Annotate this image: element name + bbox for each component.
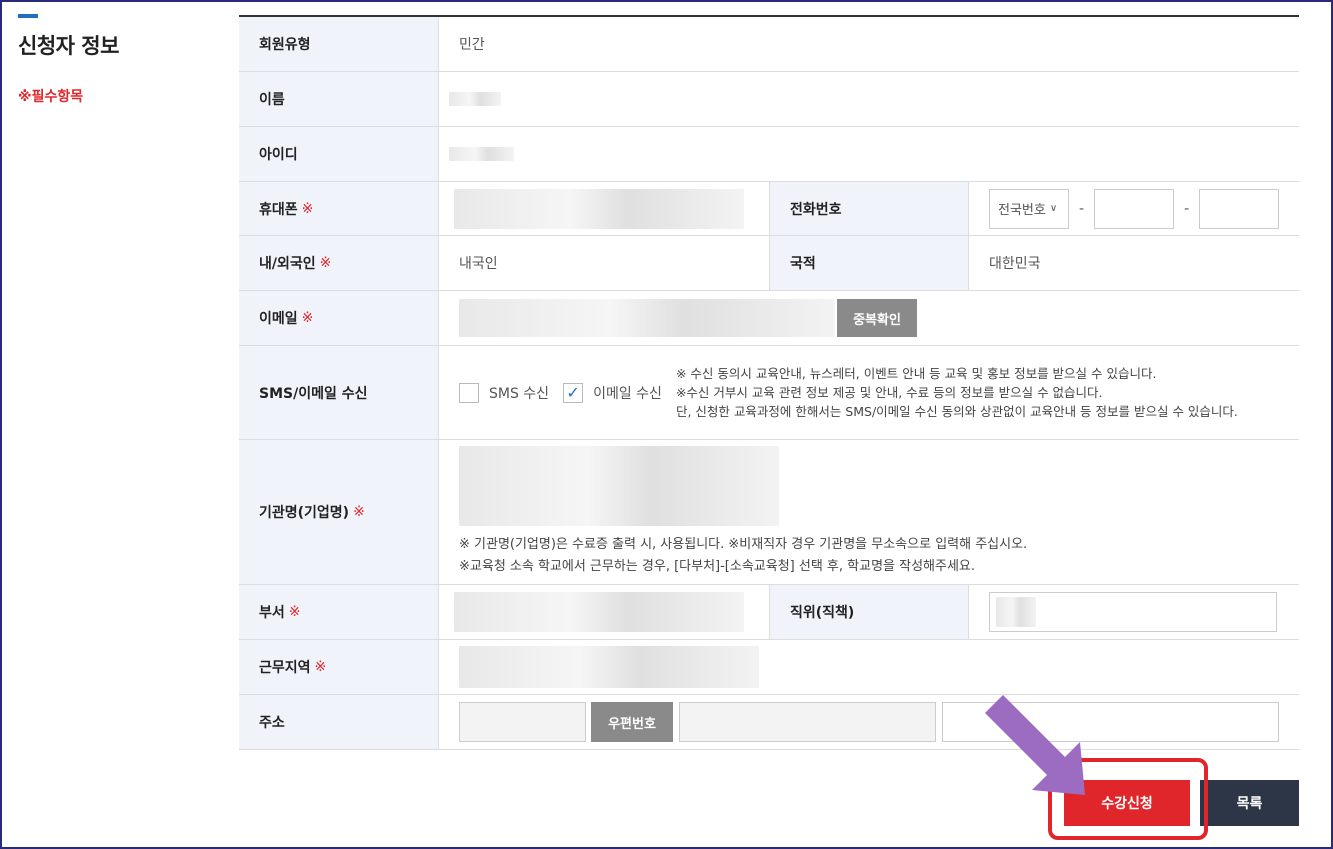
duplicate-check-button[interactable]: 중복확인 <box>837 299 917 337</box>
consent-fields: SMS 수신 ✓ 이메일 수신 ※ 수신 동의시 교육안내, 뉴스레터, 이벤트… <box>439 346 1299 439</box>
redacted-id <box>449 147 514 161</box>
dash: - <box>1184 200 1190 217</box>
accent-bar <box>18 14 38 18</box>
zipcode-button[interactable]: 우편번호 <box>591 702 673 742</box>
org-note: ※교육청 소속 학교에서 근무하는 경우, [다부처]-[소속교육청] 선택 후… <box>459 559 976 574</box>
row-email: 이메일 ※ 중복확인 <box>239 291 1299 346</box>
row-id: 아이디 <box>239 127 1299 182</box>
label-nationality-type: 내/외국인 ※ <box>239 236 439 290</box>
label-email: 이메일 ※ <box>239 291 439 345</box>
label-org: 기관명(기업명) ※ <box>239 440 439 584</box>
value-country: 대한민국 <box>989 256 1041 272</box>
row-name: 이름 <box>239 72 1299 127</box>
consent-note: ※ 수신 동의시 교육안내, 뉴스레터, 이벤트 안내 등 교육 및 홍보 정보… <box>675 366 1157 381</box>
phone-fields: 전국번호 ∨ - - <box>969 182 1299 235</box>
value-id <box>439 127 1299 181</box>
zipcode-input[interactable] <box>459 702 586 742</box>
dash: - <box>1079 200 1085 217</box>
sms-label: SMS 수신 <box>489 385 550 402</box>
row-nationality: 내/외국인 ※ 내국인 국적 대한민국 <box>239 236 1299 291</box>
row-consent: SMS/이메일 수신 SMS 수신 ✓ 이메일 수신 ※ 수신 동의시 교육안내… <box>239 346 1299 440</box>
address-fields: 우편번호 <box>439 695 1299 749</box>
phone-last-input[interactable] <box>1199 188 1280 229</box>
label-id: 아이디 <box>239 127 439 181</box>
org-notes: ※ 기관명(기업명)은 수료증 출력 시, 사용됩니다. ※비재직자 경우 기관… <box>459 534 1027 578</box>
label-member-type: 회원유형 <box>239 17 439 71</box>
check-icon: ✓ <box>566 383 580 402</box>
phone-middle-input[interactable] <box>1094 188 1175 229</box>
value-nationality-type: 내국인 <box>459 256 498 272</box>
position-field <box>969 585 1299 639</box>
mobile-input[interactable] <box>439 182 769 235</box>
consent-note: ※수신 거부시 교육 관련 정보 제공 및 안내, 수료 등의 정보를 받으실 … <box>675 385 1103 400</box>
email-consent-label: 이메일 수신 <box>593 385 662 402</box>
redacted-mobile <box>454 188 744 229</box>
label-phone: 전화번호 <box>769 182 969 235</box>
email-checkbox[interactable]: ✓ <box>563 382 584 403</box>
label-country: 국적 <box>769 236 969 290</box>
row-dept-position: 부서 ※ 직위(직책) <box>239 585 1299 640</box>
label-name: 이름 <box>239 72 439 126</box>
section-title: 신청자 정보 <box>18 34 119 58</box>
redacted-email[interactable] <box>459 299 835 337</box>
consent-note: 단, 신청한 교육과정에 한해서는 SMS/이메일 수신 동의와 상관없이 교육… <box>675 404 1238 419</box>
required-note: ※필수항목 <box>18 89 84 105</box>
dept-input[interactable] <box>439 585 769 639</box>
org-fields: ※ 기관명(기업명)은 수료증 출력 시, 사용됩니다. ※비재직자 경우 기관… <box>439 440 1299 584</box>
sidebar: 신청자 정보 ※필수항목 <box>18 14 218 106</box>
label-mobile: 휴대폰 ※ <box>239 182 439 235</box>
email-fields: 중복확인 <box>439 291 1299 345</box>
redacted-name <box>449 92 501 106</box>
row-org: 기관명(기업명) ※ ※ 기관명(기업명)은 수료증 출력 시, 사용됩니다. ※… <box>239 440 1299 585</box>
row-member-type: 회원유형 민간 <box>239 17 1299 72</box>
label-dept: 부서 ※ <box>239 585 439 639</box>
org-note: ※ 기관명(기업명)은 수료증 출력 시, 사용됩니다. ※비재직자 경우 기관… <box>459 537 1028 552</box>
position-input[interactable] <box>989 592 1277 632</box>
label-region: 근무지역 ※ <box>239 640 439 694</box>
redacted-dept <box>454 592 744 632</box>
value-member-type: 민간 <box>459 37 485 53</box>
chevron-down-icon: ∨ <box>1049 203 1058 214</box>
label-consent: SMS/이메일 수신 <box>239 346 439 439</box>
consent-notes: ※ 수신 동의시 교육안내, 뉴스레터, 이벤트 안내 등 교육 및 홍보 정보… <box>676 364 1238 421</box>
list-button[interactable]: 목록 <box>1200 780 1299 826</box>
region-field <box>439 640 1299 694</box>
address-input[interactable] <box>679 702 936 742</box>
redacted-position <box>996 597 1036 627</box>
row-region: 근무지역 ※ <box>239 640 1299 695</box>
row-address: 주소 우편번호 <box>239 695 1299 750</box>
label-address: 주소 <box>239 695 439 749</box>
pointer-arrow-icon <box>985 695 1085 795</box>
value-name <box>439 72 1299 126</box>
row-mobile-phone: 휴대폰 ※ 전화번호 전국번호 ∨ - - <box>239 182 1299 236</box>
area-code-select[interactable]: 전국번호 ∨ <box>989 188 1069 229</box>
redacted-org[interactable] <box>459 446 779 526</box>
label-position: 직위(직책) <box>769 585 969 639</box>
sms-checkbox[interactable] <box>459 382 479 403</box>
redacted-region[interactable] <box>459 646 759 688</box>
applicant-form: 회원유형 민간 이름 아이디 휴대폰 ※ 전화번호 전국번호 ∨ - - 내/외국인… <box>239 15 1299 750</box>
